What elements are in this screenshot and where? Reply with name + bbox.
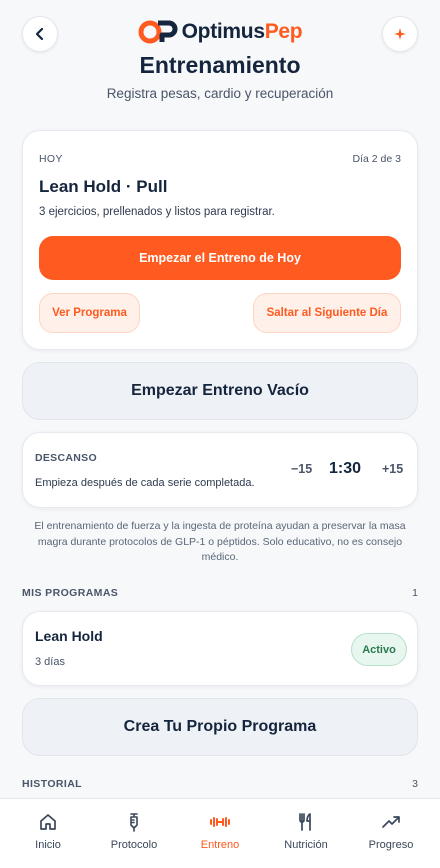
workout-description: 3 ejercicios, prellenados y listos para … (39, 206, 275, 218)
tab-nutricion[interactable]: Nutrición (262, 799, 350, 868)
active-status-badge: Activo (351, 633, 407, 666)
rest-description: Empieza después de cada serie completada… (35, 477, 255, 489)
rest-increase-button[interactable]: +15 (382, 462, 403, 476)
history-section-label: HISTORIAL (22, 778, 82, 790)
tab-label: Protocolo (110, 839, 158, 851)
tab-entreno[interactable]: Entreno (176, 799, 264, 868)
trending-up-icon (380, 811, 402, 833)
tab-inicio[interactable]: Inicio (4, 799, 92, 868)
tab-progreso[interactable]: Progreso (347, 799, 435, 868)
skip-to-next-day-button[interactable]: Saltar al Siguiente Día (253, 293, 401, 333)
page-title: Entrenamiento (139, 52, 301, 78)
create-program-button[interactable]: Crea Tu Propio Programa (22, 698, 418, 756)
rest-decrease-button[interactable]: −15 (291, 462, 312, 476)
tab-label: Nutrición (284, 839, 328, 851)
sparkle-icon (394, 28, 406, 40)
start-empty-workout-button[interactable]: Empezar Entreno Vacío (22, 362, 418, 420)
rest-timer-card: DESCANSO Empieza después de cada serie c… (22, 432, 418, 508)
tab-label: Progreso (368, 839, 414, 851)
view-program-button[interactable]: Ver Programa (39, 293, 140, 333)
brand-mark-icon (138, 20, 178, 44)
brand-name: OptimusPep (182, 20, 303, 44)
today-workout-card: HOY Día 2 de 3 Lean Hold · Pull 3 ejerci… (22, 130, 418, 350)
day-counter: Día 2 de 3 (352, 153, 401, 165)
programs-count: 1 (412, 587, 418, 599)
brand-name-part2: Pep (264, 20, 303, 43)
start-today-workout-button[interactable]: Empezar el Entreno de Hoy (39, 236, 401, 280)
history-count: 3 (412, 778, 418, 790)
program-card[interactable]: Lean Hold 3 días Activo (22, 611, 418, 686)
medical-disclaimer: El entrenamiento de fuerza y la ingesta … (34, 520, 406, 563)
program-name: Lean Hold (35, 628, 103, 644)
dumbbell-icon (209, 811, 231, 833)
rest-label: DESCANSO (35, 452, 97, 464)
programs-section-label: MIS PROGRAMAS (22, 587, 119, 599)
bottom-tab-bar: Inicio Protocolo Entreno Nutrición Progr… (0, 798, 440, 868)
utensils-icon (295, 811, 317, 833)
page-subtitle: Registra pesas, cardio y recuperación (106, 86, 334, 101)
syringe-icon (123, 811, 145, 833)
brand-name-part1: Optimus (181, 20, 265, 43)
rest-timer-value: 1:30 (329, 460, 362, 477)
brand-logo: OptimusPep (0, 18, 440, 46)
assistant-button[interactable] (382, 16, 418, 52)
today-kicker: HOY (39, 153, 63, 165)
tab-label: Inicio (35, 839, 61, 851)
tab-protocolo[interactable]: Protocolo (90, 799, 178, 868)
program-days: 3 días (35, 656, 65, 668)
workout-title: Lean Hold · Pull (39, 177, 168, 196)
workout-screen: OptimusPep Entrenamiento Registra pesas,… (0, 0, 440, 868)
tab-label: Entreno (200, 839, 240, 851)
home-icon (37, 811, 59, 833)
